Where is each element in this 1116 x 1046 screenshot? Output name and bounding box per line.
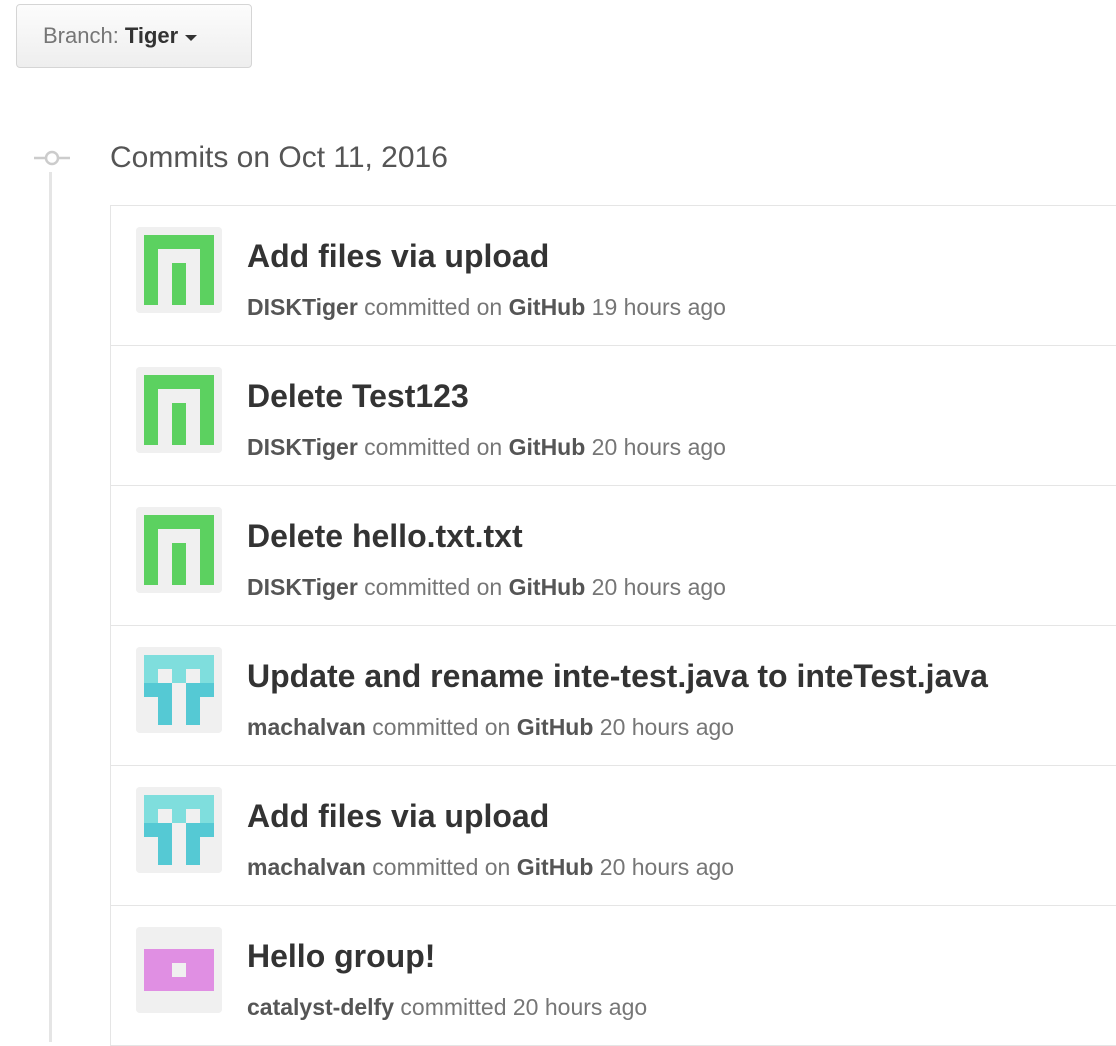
- commit-group-title: Commits on Oct 11, 2016: [110, 141, 448, 174]
- avatar[interactable]: [136, 647, 222, 733]
- commit-meta: DISKTiger committed on GitHub 20 hours a…: [247, 572, 726, 602]
- commit-row: Update and rename inte-test.java to inte…: [111, 626, 1116, 766]
- commit-time: 20 hours ago: [591, 434, 726, 460]
- commit-verb: committed: [400, 994, 507, 1020]
- commit-time: 20 hours ago: [599, 714, 735, 740]
- branch-label: Branch:: [43, 23, 119, 48]
- commit-row: Delete Test123 DISKTiger committed on Gi…: [111, 346, 1116, 486]
- identicon-green-icon: [136, 507, 222, 593]
- commit-message-link[interactable]: Hello group!: [247, 936, 435, 976]
- commit-author-link[interactable]: machalvan: [247, 854, 366, 880]
- commit-message-link[interactable]: Add files via upload: [247, 796, 549, 836]
- commit-row: Add files via upload machalvan committed…: [111, 766, 1116, 906]
- commit-author-link[interactable]: machalvan: [247, 714, 366, 740]
- commit-verb: committed on: [364, 294, 503, 320]
- commit-verb: committed on: [364, 574, 503, 600]
- commit-time: 20 hours ago: [512, 994, 648, 1020]
- commit-verb: committed on: [372, 854, 511, 880]
- avatar[interactable]: [136, 787, 222, 873]
- commit-meta: catalyst-delfy committed 20 hours ago: [247, 992, 647, 1022]
- commit-meta: machalvan committed on GitHub 20 hours a…: [247, 852, 734, 882]
- commit-author-link[interactable]: catalyst-delfy: [247, 994, 394, 1020]
- commit-time: 20 hours ago: [599, 854, 735, 880]
- avatar[interactable]: [136, 367, 222, 453]
- commit-row: Delete hello.txt.txt DISKTiger committed…: [111, 486, 1116, 626]
- commit-verb: committed on: [372, 714, 511, 740]
- commit-row: Add files via upload DISKTiger committed…: [111, 206, 1116, 346]
- commit-message-link[interactable]: Add files via upload: [247, 236, 549, 276]
- commit-row: Hello group! catalyst-delfy committed 20…: [111, 906, 1116, 1046]
- commit-author-link[interactable]: DISKTiger: [247, 434, 358, 460]
- commit-meta: DISKTiger committed on GitHub 19 hours a…: [247, 292, 726, 322]
- commit-platform: GitHub: [516, 714, 594, 740]
- identicon-cyan-icon: [136, 647, 222, 733]
- timeline-line: [49, 172, 52, 1042]
- identicon-green-icon: [136, 227, 222, 313]
- git-commit-icon: [34, 150, 70, 166]
- commit-author-link[interactable]: DISKTiger: [247, 294, 358, 320]
- commit-time: 20 hours ago: [591, 574, 726, 600]
- identicon-cyan-icon: [136, 787, 222, 873]
- commit-platform: GitHub: [508, 294, 586, 320]
- identicon-pink-icon: [136, 927, 222, 1013]
- branch-name: Tiger: [124, 23, 179, 48]
- commit-message-link[interactable]: Update and rename inte-test.java to inte…: [247, 656, 988, 696]
- avatar[interactable]: [136, 507, 222, 593]
- avatar[interactable]: [136, 227, 222, 313]
- commit-list: Add files via upload DISKTiger committed…: [110, 205, 1116, 1046]
- commit-meta: DISKTiger committed on GitHub 20 hours a…: [247, 432, 726, 462]
- commit-time: 19 hours ago: [591, 294, 726, 320]
- commit-platform: GitHub: [508, 434, 586, 460]
- commit-author-link[interactable]: DISKTiger: [247, 574, 358, 600]
- commit-message-link[interactable]: Delete hello.txt.txt: [247, 516, 523, 556]
- commit-meta: machalvan committed on GitHub 20 hours a…: [247, 712, 734, 742]
- identicon-green-icon: [136, 367, 222, 453]
- commit-platform: GitHub: [516, 854, 594, 880]
- branch-select-button[interactable]: Branch: Tiger: [16, 4, 252, 68]
- commit-message-link[interactable]: Delete Test123: [247, 376, 469, 416]
- avatar[interactable]: [136, 927, 222, 1013]
- commit-platform: GitHub: [508, 574, 586, 600]
- commit-verb: committed on: [364, 434, 503, 460]
- caret-down-icon: [185, 34, 198, 41]
